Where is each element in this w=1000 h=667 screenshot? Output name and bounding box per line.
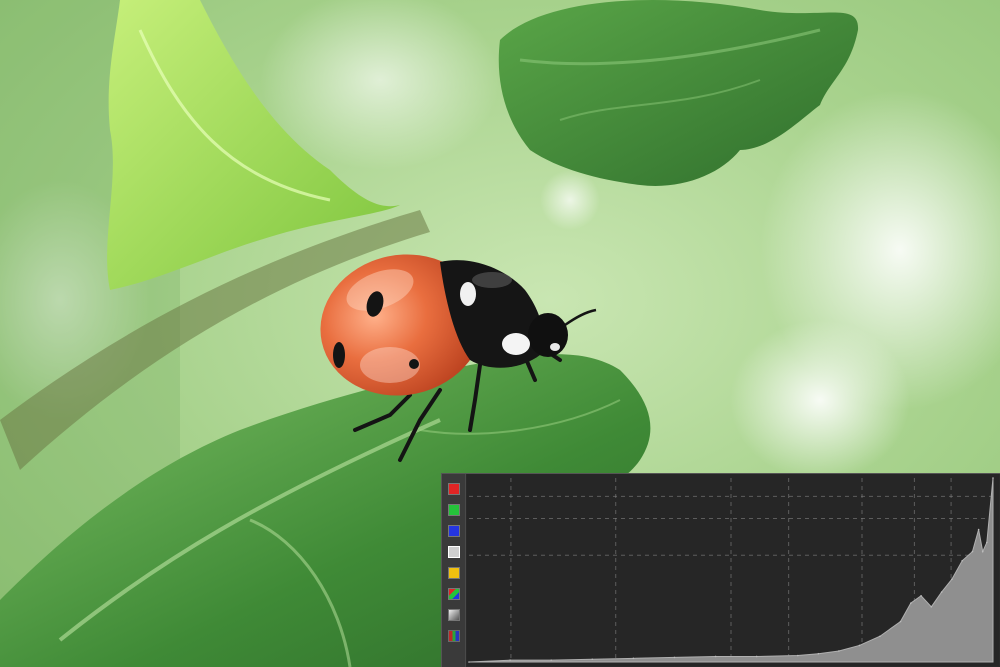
histogram-point xyxy=(714,655,717,658)
histogram-point xyxy=(961,560,963,562)
histogram-point xyxy=(755,655,758,658)
histogram-point xyxy=(509,659,511,661)
yellow-channel-icon[interactable] xyxy=(448,567,460,579)
rgb-overlay-channel-icon[interactable] xyxy=(448,609,460,621)
histogram-plot xyxy=(467,474,999,666)
histogram-point xyxy=(879,635,881,638)
histogram-point xyxy=(796,654,799,657)
ladybug-spot xyxy=(409,359,419,369)
histogram-point xyxy=(992,477,994,479)
ladybug-head xyxy=(528,313,568,357)
channel-toolbar xyxy=(442,474,466,667)
histogram-point xyxy=(858,644,861,647)
histogram-point xyxy=(632,657,635,660)
histogram-point xyxy=(977,528,980,531)
ladybug-spot xyxy=(333,342,345,368)
histogram-point xyxy=(920,594,922,597)
histogram-point xyxy=(817,652,820,655)
rgb-channel-icon[interactable] xyxy=(448,588,460,600)
histogram-point xyxy=(838,650,840,652)
histogram-point xyxy=(971,550,974,553)
histogram-point xyxy=(468,661,470,663)
histogram-point xyxy=(986,541,988,544)
green-channel-icon[interactable] xyxy=(448,504,460,516)
histogram-point xyxy=(673,656,676,659)
red-channel-icon[interactable] xyxy=(448,483,460,495)
histogram-point xyxy=(930,606,933,608)
histogram-point xyxy=(550,659,552,661)
histogram-point xyxy=(910,602,912,604)
parade-channel-icon[interactable] xyxy=(448,630,460,642)
histogram-point xyxy=(591,658,594,661)
histogram-panel xyxy=(441,473,1000,667)
histogram-point xyxy=(940,591,943,593)
histogram-point xyxy=(899,620,902,623)
histogram-point xyxy=(981,550,984,553)
histogram-point xyxy=(951,578,953,580)
luminance-channel-icon[interactable] xyxy=(448,546,460,558)
blue-channel-icon[interactable] xyxy=(448,525,460,537)
